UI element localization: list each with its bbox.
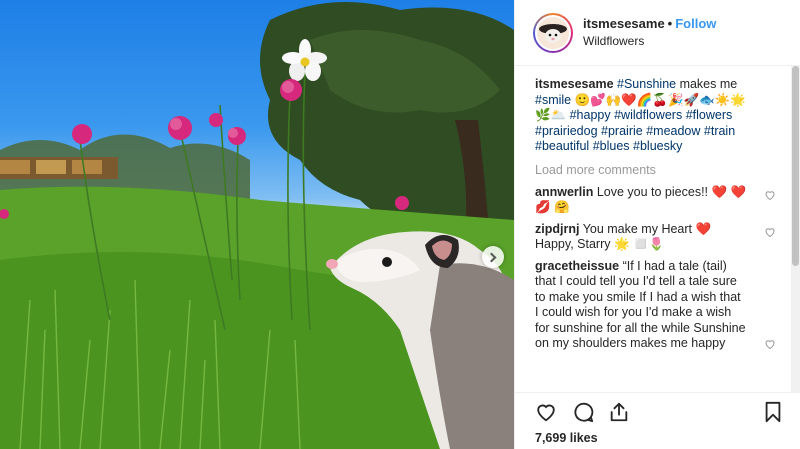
comment-item: annwerlin Love you to pieces!! ❤️ ❤️ 💋 🤗	[535, 185, 775, 216]
share-icon[interactable]	[608, 401, 630, 423]
comment-username[interactable]: annwerlin	[535, 185, 593, 199]
hashtag-link[interactable]: #meadow	[646, 124, 700, 138]
caption: itsmesesame #Sunshine makes me #smile 🙂💕…	[535, 77, 760, 155]
hashtag-link[interactable]: #train	[704, 124, 735, 138]
follow-button[interactable]: Follow	[675, 16, 716, 31]
scrollbar-thumb[interactable]	[792, 66, 799, 266]
hashtag-link[interactable]: #smile	[535, 93, 571, 107]
hashtag-link[interactable]: #happy	[570, 108, 611, 122]
comments-scrollbar[interactable]	[791, 66, 800, 392]
comment-item: gracetheissue “If I had a tale (tail) th…	[535, 259, 775, 352]
location-link[interactable]: Wildflowers	[583, 33, 716, 49]
header-username[interactable]: itsmesesame	[583, 16, 665, 31]
comment-item: zipdjrnj You make my Heart ❤️ Happy, Sta…	[535, 222, 775, 253]
comment-like-heart-icon[interactable]	[764, 338, 776, 350]
avatar[interactable]	[533, 12, 573, 53]
instagram-post: itsmesesame • Follow Wildflowers itsmesesa…	[0, 0, 800, 449]
comment-like-heart-icon[interactable]	[764, 189, 776, 201]
hashtag-link[interactable]: #Sunshine	[617, 77, 676, 91]
hashtag-link[interactable]: #blues	[593, 139, 630, 153]
caption-text: makes me	[676, 77, 738, 91]
photo-illustration	[0, 2, 514, 449]
comment-like-heart-icon[interactable]	[764, 226, 776, 238]
bookmark-icon[interactable]	[763, 401, 783, 423]
hashtag-link[interactable]: #prairiedog	[535, 124, 598, 138]
heart-icon[interactable]	[535, 401, 557, 423]
hashtag-link[interactable]: #prairie	[601, 124, 643, 138]
hashtag-link[interactable]: #wildflowers	[614, 108, 682, 122]
load-more-comments-button[interactable]: Load more comments	[535, 163, 800, 177]
hashtag-link[interactable]: #beautiful	[535, 139, 589, 153]
post-side-panel: itsmesesame • Follow Wildflowers itsmesesa…	[514, 0, 800, 449]
caption-username[interactable]: itsmesesame	[535, 77, 614, 91]
header-separator: •	[667, 16, 673, 31]
comments-list: itsmesesame #Sunshine makes me #smile 🙂💕…	[515, 67, 800, 390]
avatar-image	[535, 14, 571, 51]
post-header: itsmesesame • Follow Wildflowers	[515, 0, 800, 66]
hashtag-link[interactable]: #bluesky	[633, 139, 682, 153]
hashtag-link[interactable]: #flowers	[686, 108, 733, 122]
post-photo[interactable]	[0, 0, 514, 449]
comment-icon[interactable]	[572, 401, 594, 423]
post-actions: 7,699 likes	[515, 392, 800, 449]
likes-count[interactable]: 7,699 likes	[535, 431, 598, 445]
chevron-right-icon[interactable]	[482, 246, 504, 268]
comment-username[interactable]: gracetheissue	[535, 259, 619, 273]
comment-username[interactable]: zipdjrnj	[535, 222, 579, 236]
